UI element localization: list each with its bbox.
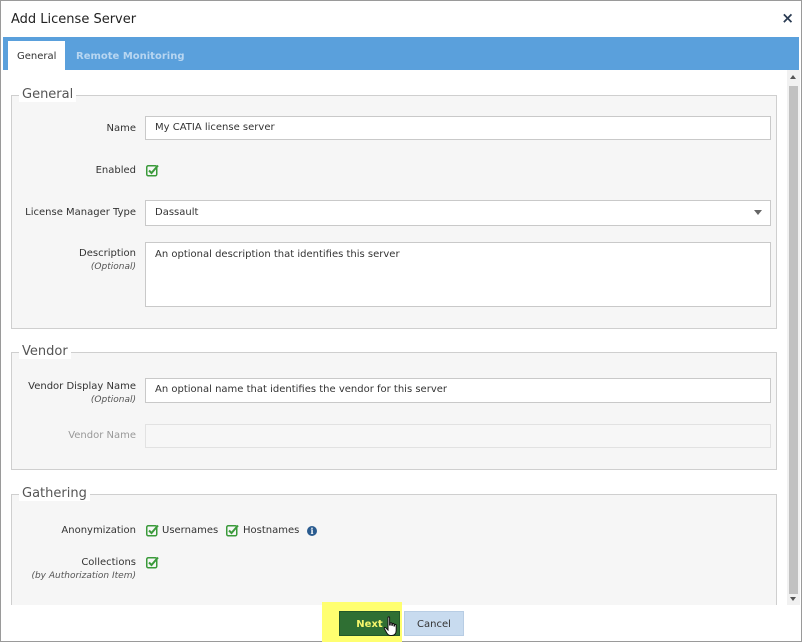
vendor-display-name-input[interactable]: An optional name that identifies the ven… <box>145 378 771 403</box>
dialog-content: General Name My CATIA license server Ena… <box>3 70 787 605</box>
gathering-section: Gathering Anonymization Usernames Hostna… <box>11 486 777 605</box>
scrollbar-thumb[interactable] <box>789 86 798 594</box>
checkmark-icon <box>146 164 159 177</box>
usernames-checkbox[interactable] <box>146 524 159 537</box>
dialog-title-bar: Add License Server × <box>1 1 801 37</box>
general-section: General Name My CATIA license server Ena… <box>11 87 777 329</box>
content-scrollbar[interactable] <box>787 70 800 605</box>
info-icon[interactable]: i <box>307 526 317 536</box>
license-manager-type-label: License Manager Type <box>25 207 136 218</box>
vendor-section: Vendor Vendor Display Name (Optional) An… <box>11 344 777 470</box>
checkmark-icon <box>226 524 239 537</box>
close-icon[interactable]: × <box>781 9 794 27</box>
usernames-label: Usernames <box>162 525 219 536</box>
description-optional-hint: (Optional) <box>90 262 136 272</box>
tab-remote-monitoring[interactable]: Remote Monitoring <box>67 41 193 70</box>
license-manager-type-value: Dassault <box>155 207 199 218</box>
vendor-display-name-label: Vendor Display Name <box>28 381 136 392</box>
vendor-section-legend: Vendor <box>19 344 71 359</box>
enabled-checkbox[interactable] <box>146 164 159 177</box>
hand-pointer-cursor-icon <box>383 616 397 636</box>
collections-hint: (by Authorization Item) <box>31 571 136 581</box>
checkmark-icon <box>146 524 159 537</box>
tab-general[interactable]: General <box>8 41 66 70</box>
name-input[interactable]: My CATIA license server <box>145 116 771 140</box>
enabled-label: Enabled <box>95 165 136 176</box>
add-license-server-dialog: Add License Server × General Remote Moni… <box>0 0 802 642</box>
gathering-section-legend: Gathering <box>19 486 90 501</box>
description-textarea[interactable]: An optional description that identifies … <box>145 242 771 307</box>
vendor-name-label: Vendor Name <box>68 430 136 441</box>
collections-label: Collections <box>81 557 136 568</box>
checkmark-icon <box>146 556 159 569</box>
collections-checkbox[interactable] <box>146 556 159 569</box>
vendor-name-input <box>145 424 771 448</box>
anonymization-label: Anonymization <box>61 525 136 536</box>
vendor-display-name-optional-hint: (Optional) <box>90 395 136 405</box>
description-label: Description <box>79 248 136 259</box>
cancel-button[interactable]: Cancel <box>404 611 464 636</box>
hostnames-label: Hostnames <box>243 525 300 536</box>
hostnames-checkbox[interactable] <box>226 524 239 537</box>
license-manager-type-select[interactable]: Dassault <box>145 200 771 226</box>
chevron-down-icon <box>754 210 762 215</box>
name-label: Name <box>106 123 136 134</box>
tab-bar: General Remote Monitoring <box>3 37 799 70</box>
general-section-legend: General <box>19 87 77 102</box>
scroll-down-arrow-icon[interactable] <box>790 597 796 601</box>
scroll-up-arrow-icon[interactable] <box>790 75 796 79</box>
dialog-title: Add License Server <box>11 12 137 27</box>
